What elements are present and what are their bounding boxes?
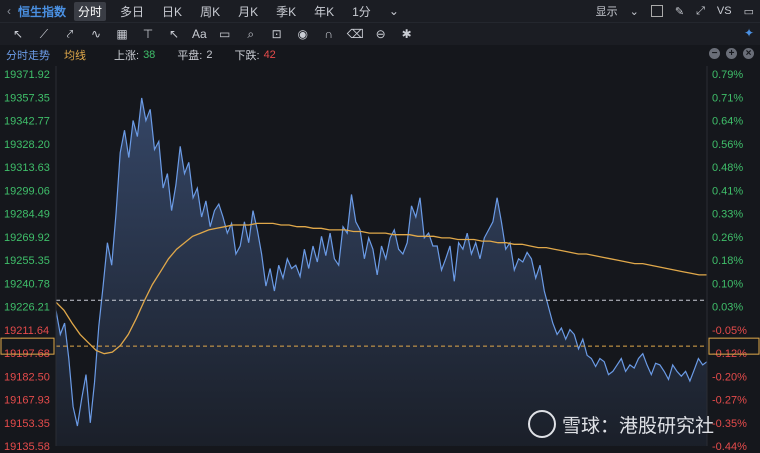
y-tick-left: 19153.35 xyxy=(4,418,50,430)
y-tick-left: 19255.35 xyxy=(4,255,50,267)
y-tick-left: 19182.50 xyxy=(4,371,50,383)
y-tick-right: -0.05% xyxy=(712,325,747,337)
watermark: 雪球：港股研究社 xyxy=(528,410,714,438)
y-tick-left: 19226.21 xyxy=(4,302,50,314)
y-tick-right: -0.27% xyxy=(712,395,747,407)
y-tick-left: 19313.63 xyxy=(4,162,50,174)
snowball-logo-icon xyxy=(528,410,556,438)
y-tick-left: 19371.92 xyxy=(4,69,50,81)
y-tick-right: 0.03% xyxy=(712,302,743,314)
y-tick-left: 19211.64 xyxy=(4,325,49,337)
y-tick-left: 19342.77 xyxy=(4,116,50,128)
y-tick-right: 0.48% xyxy=(712,162,743,174)
intraday-chart: 19371.92 0.79% 19357.35 0.71% 19342.77 0.64% 1… xyxy=(0,66,760,453)
y-tick-left: 19357.35 xyxy=(4,92,50,104)
y-tick-right: 0.79% xyxy=(712,69,743,81)
y-tick-right: -0.35% xyxy=(712,418,747,430)
y-tick-right: 0.10% xyxy=(712,278,743,290)
y-tick-right: 0.33% xyxy=(712,209,743,221)
watermark-text: 雪球：港股研究社 xyxy=(562,415,715,437)
y-tick-right: -0.44% xyxy=(712,441,747,453)
y-tick-left: 19328.20 xyxy=(4,139,50,151)
y-tick-right: 0.64% xyxy=(712,116,743,128)
y-tick-left: 19269.92 xyxy=(4,232,50,244)
y-tick-right: -0.20% xyxy=(712,371,747,383)
y-tick-right: 0.41% xyxy=(712,185,743,197)
y-tick-left: 19299.06 xyxy=(4,185,50,197)
y-tick-right: 0.26% xyxy=(712,232,743,244)
y-tick-left: 19167.93 xyxy=(4,395,50,407)
y-tick-left: 19240.78 xyxy=(4,278,50,290)
price-area xyxy=(56,98,707,446)
y-tick-left: 19284.49 xyxy=(4,209,50,221)
y-tick-right: 0.18% xyxy=(712,255,743,267)
y-tick-left: 19135.58 xyxy=(4,441,50,453)
y-tick-right: 0.56% xyxy=(712,139,743,151)
y-tick-right: 0.71% xyxy=(712,92,743,104)
